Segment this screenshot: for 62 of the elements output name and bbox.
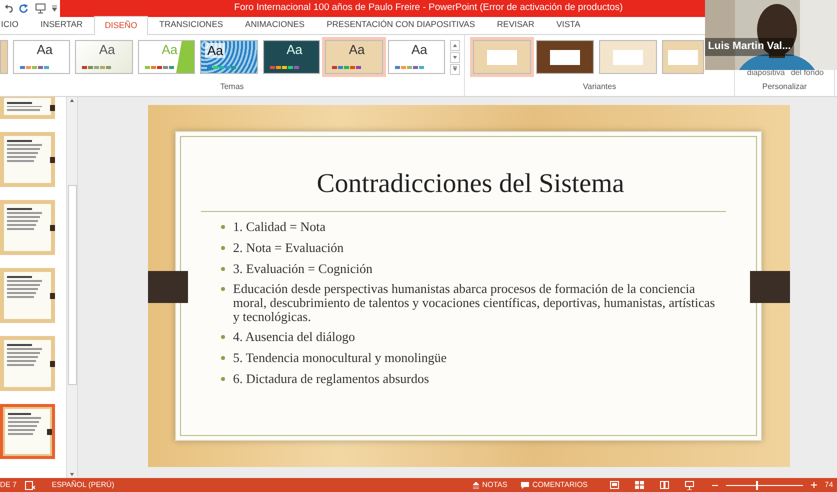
zoom-out-icon[interactable] [712,482,718,488]
bullet-text: 1. Calidad = Nota [233,220,326,234]
bullet-icon [221,287,225,292]
redo-icon[interactable] [19,4,29,14]
bullet-text: 4. Ausencia del diálogo [233,330,356,344]
variant-thumbnail[interactable] [662,40,704,74]
slide-thumbnail[interactable] [0,200,55,255]
ribbon-tab[interactable]: PRESENTACIÓN CON DIAPOSITIVAS [316,15,486,34]
comment-icon [521,482,530,488]
participant-name: Luis Martin Val... [705,38,794,56]
slider-thumb[interactable] [756,480,758,490]
ribbon-tab[interactable]: ICIO [0,15,30,34]
variant-thumbnail[interactable] [473,40,531,74]
slide-thumbnail[interactable] [0,132,55,187]
normal-view-icon[interactable] [610,481,619,489]
theme-thumbnail[interactable]: Aa [200,40,258,74]
bullet-icon [221,225,225,230]
variant-thumbnail[interactable] [536,40,594,74]
bullet-icon [221,266,225,271]
ribbon-tab[interactable]: TRANSICIONES [148,15,234,34]
bullet-icon [221,335,225,340]
group-label: Temas [219,81,245,93]
slide-thumbnail[interactable] [0,268,55,323]
bullet-icon [221,356,225,360]
spelling-icon[interactable] [24,480,36,490]
bullet-text: 6. Dictadura de reglamentos absurdos [233,372,430,386]
window-title: Foro Internacional 100 años de Paulo Freire - PowerPoint (Error de activación de productos) [234,1,623,16]
slide-thumbnail[interactable] [0,404,55,459]
bullet-icon [221,246,225,250]
theme-thumbnail[interactable]: Aa [388,40,445,74]
presentation-icon[interactable] [35,3,46,14]
notes-icon [473,482,480,488]
bullet-text: 2. Nota = Evaluación [233,241,344,255]
bullet-text: Educación desde perspectivas humanistas abarca procesos de formación de la conciencia moral, descubrimiento de talentos y vocaciones científicas, deportivas, humanistas, artísticas y tecnológicas. [233,282,716,324]
ribbon-tab[interactable]: VISTA [545,15,592,34]
zoom-in-icon[interactable] [810,482,817,488]
ribbon-tab[interactable]: ANIMACIONES [234,15,316,34]
slide-thumbnail[interactable] [0,336,55,391]
theme-thumbnail[interactable]: Aa [262,40,320,74]
bullet-text: 5. Tendencia monocultural y monolingüe [233,350,447,365]
group-label: Personalizar [761,81,808,93]
theme-thumbnail[interactable] [0,40,8,74]
reading-view-icon[interactable] [660,481,669,489]
theme-thumbnail[interactable]: Aa [325,40,383,74]
theme-thumbnail[interactable]: Aa [75,40,133,74]
ribbon-tab[interactable]: REVISAR [486,15,546,34]
scrollbar-thumb[interactable] [68,185,76,385]
slide-thumbnail[interactable] [0,97,55,119]
customize-menu-icon[interactable] [52,5,57,12]
undo-icon[interactable] [4,4,13,13]
variant-thumbnail[interactable] [599,40,657,74]
button-label[interactable]: del fondo [790,67,824,79]
slideshow-icon[interactable] [684,480,694,490]
ribbon-tab[interactable]: INSERTAR [29,15,94,34]
group-label: Variantes [582,81,618,93]
button-label[interactable]: diapositiva [747,67,785,79]
ribbon-tab[interactable]: DISEÑO [94,16,148,35]
bullet-icon [221,376,225,381]
theme-thumbnail[interactable]: Aa [12,40,70,74]
bullet-text: 3. Evaluación = Cognición [233,262,372,276]
slide-sorter-icon[interactable] [634,481,644,489]
slide-title: Contradicciones del Sistema [316,167,626,200]
